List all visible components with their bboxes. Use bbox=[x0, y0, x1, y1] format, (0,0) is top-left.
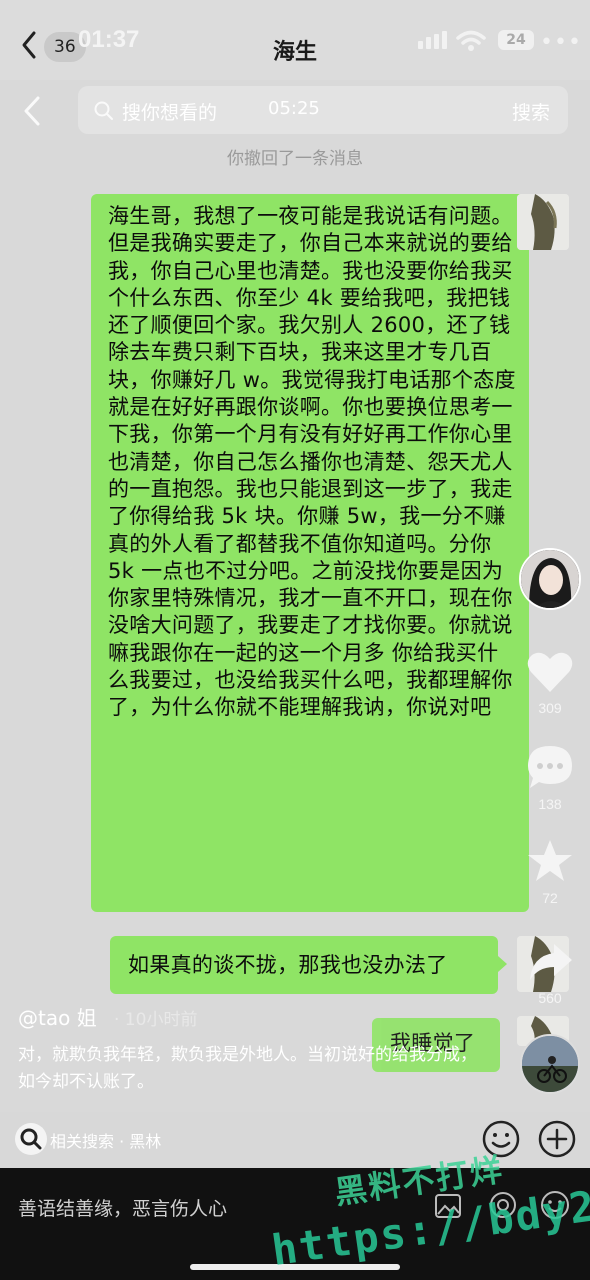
related-search-text[interactable]: 相关搜索 · 黑林 bbox=[50, 1128, 161, 1152]
comment-input[interactable]: 善语结善缘，恶言伤人心 bbox=[18, 1194, 227, 1221]
add-icon[interactable] bbox=[538, 1120, 576, 1158]
message-text: 如果真的谈不拢，那我也没办法了 bbox=[128, 953, 448, 977]
recall-notice: 你撤回了一条消息 bbox=[227, 149, 363, 169]
inner-status-time: 05:25 bbox=[268, 98, 320, 119]
post-caption[interactable]: 对，就欺负我年轻，欺负我是外地人。当初说好的给我分成，如今却不认账了。 bbox=[18, 1042, 478, 1096]
bubble-tail bbox=[498, 956, 507, 972]
heart-icon bbox=[527, 652, 573, 692]
comment-count: 138 bbox=[538, 796, 562, 812]
battery-indicator: 24 bbox=[498, 30, 534, 50]
search-icon bbox=[94, 101, 113, 120]
search-button[interactable]: 搜索 bbox=[512, 98, 550, 125]
search-bar[interactable]: 搜你想看的 05:25 搜索 bbox=[78, 86, 568, 134]
message-text: 海生哥，我想了一夜可能是我说话有问题。但是我确实要走了，你自己本来就说的要给我，… bbox=[108, 204, 516, 720]
music-disc[interactable] bbox=[520, 1034, 580, 1094]
like-count: 309 bbox=[538, 700, 562, 716]
creator-avatar[interactable] bbox=[519, 548, 581, 610]
like-button[interactable]: 309 bbox=[520, 650, 580, 716]
more-icon[interactable]: ••• bbox=[540, 30, 582, 55]
music-disc-image bbox=[522, 1036, 578, 1092]
message-bubble[interactable]: 如果真的谈不拢，那我也没办法了 bbox=[110, 936, 498, 994]
sender-avatar[interactable] bbox=[517, 194, 569, 250]
creator-avatar-image bbox=[521, 550, 579, 608]
star-icon bbox=[528, 840, 572, 881]
comment-icon bbox=[528, 746, 572, 788]
search-input[interactable]: 搜你想看的 bbox=[122, 98, 217, 125]
share-button[interactable]: 560 bbox=[520, 940, 580, 1006]
comment-button[interactable]: 138 bbox=[520, 744, 580, 812]
share-count: 560 bbox=[538, 990, 562, 1006]
search-icon bbox=[15, 1123, 47, 1155]
favorite-button[interactable]: 72 bbox=[520, 838, 580, 906]
back-icon-inner[interactable] bbox=[22, 95, 42, 127]
status-bar: 36 01:37 海生 24 ••• bbox=[0, 0, 590, 80]
avatar-image bbox=[517, 194, 569, 250]
message-bubble[interactable]: 海生哥，我想了一夜可能是我说话有问题。但是我确实要走了，你自己本来就说的要给我，… bbox=[91, 194, 529, 912]
author-name[interactable]: @tao 姐 bbox=[18, 1002, 97, 1031]
signal-icon bbox=[418, 31, 447, 49]
post-time: · 10小时前 bbox=[114, 1010, 198, 1030]
share-arrow-icon bbox=[530, 944, 572, 980]
wifi-icon bbox=[456, 30, 486, 51]
favorite-count: 72 bbox=[542, 890, 558, 906]
